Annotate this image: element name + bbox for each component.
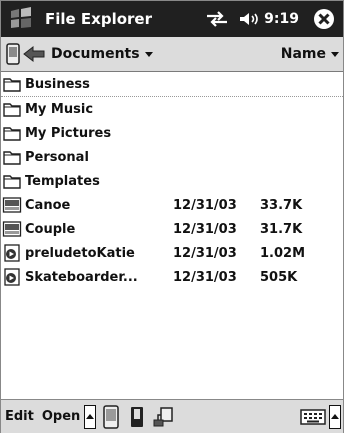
title-bar: File Explorer 9:19 bbox=[1, 1, 343, 37]
jpg-file-icon bbox=[2, 220, 22, 238]
file-row[interactable]: My Music bbox=[1, 97, 343, 121]
file-row[interactable]: Canoe 12/31/03 33.7K bbox=[1, 193, 343, 217]
chevron-down-icon bbox=[331, 51, 339, 57]
file-row[interactable]: Business bbox=[1, 72, 343, 97]
file-name: preludetoKatie bbox=[25, 245, 135, 261]
file-date: 12/31/03 bbox=[173, 197, 237, 213]
caret-up-icon bbox=[86, 414, 95, 419]
media-file-icon bbox=[2, 244, 22, 262]
folder-icon bbox=[2, 172, 22, 190]
connectivity-icon[interactable] bbox=[204, 10, 230, 28]
device-toolbar-icon[interactable] bbox=[100, 404, 122, 429]
file-row[interactable]: My Pictures bbox=[1, 121, 343, 145]
file-size: 31.7K bbox=[260, 221, 303, 237]
file-list: Business My Music My Pictures Personal Templ… bbox=[1, 72, 343, 289]
file-row[interactable]: Templates bbox=[1, 169, 343, 193]
file-row[interactable]: preludetoKatie 12/31/03 1.02M bbox=[1, 241, 343, 265]
file-name: My Pictures bbox=[25, 125, 112, 141]
back-arrow-icon[interactable] bbox=[23, 45, 45, 63]
clock[interactable]: 9:19 bbox=[264, 11, 299, 27]
folder-icon bbox=[2, 100, 22, 118]
file-date: 12/31/03 bbox=[173, 245, 237, 261]
keyboard-icon[interactable] bbox=[300, 408, 326, 426]
open-menu[interactable]: Open bbox=[42, 409, 80, 424]
file-name: Couple bbox=[25, 221, 76, 237]
volume-icon[interactable] bbox=[238, 10, 260, 28]
file-name: Skateboarder... bbox=[25, 269, 138, 285]
file-size: 505K bbox=[260, 269, 298, 285]
app-title: File Explorer bbox=[45, 10, 152, 28]
file-row[interactable]: Couple 12/31/03 31.7K bbox=[1, 217, 343, 241]
input-panel-arrow-button[interactable] bbox=[329, 404, 341, 429]
close-icon[interactable] bbox=[313, 8, 335, 30]
storage-card-icon[interactable] bbox=[126, 405, 148, 429]
file-explorer-window: File Explorer 9:19 Documents Name Busine… bbox=[0, 0, 344, 433]
file-name: Canoe bbox=[25, 197, 71, 213]
sort-dropdown[interactable]: Name bbox=[281, 46, 339, 62]
folder-icon bbox=[2, 75, 22, 93]
chevron-down-icon bbox=[144, 51, 153, 57]
command-bar: Edit Open bbox=[1, 399, 343, 433]
folder-icon bbox=[2, 148, 22, 166]
caret-up-icon bbox=[331, 414, 339, 419]
edit-menu[interactable]: Edit bbox=[5, 409, 34, 424]
file-size: 1.02M bbox=[260, 245, 306, 261]
file-row[interactable]: Personal bbox=[1, 145, 343, 169]
folder-dropdown[interactable]: Documents bbox=[51, 46, 281, 62]
windows-flag-icon[interactable] bbox=[7, 5, 35, 33]
network-share-icon[interactable] bbox=[152, 405, 174, 429]
file-name: Business bbox=[25, 76, 90, 92]
file-name: My Music bbox=[25, 101, 94, 117]
file-date: 12/31/03 bbox=[173, 221, 237, 237]
jpg-file-icon bbox=[2, 196, 22, 214]
file-name: Templates bbox=[25, 173, 100, 189]
up-arrow-button[interactable] bbox=[84, 404, 97, 429]
device-icon bbox=[6, 43, 20, 65]
folder-name: Documents bbox=[51, 46, 140, 62]
navigation-bar: Documents Name bbox=[1, 37, 343, 72]
folder-icon bbox=[2, 124, 22, 142]
sort-label: Name bbox=[280, 46, 326, 62]
file-name: Personal bbox=[25, 149, 89, 165]
file-size: 33.7K bbox=[260, 197, 303, 213]
media-file-icon bbox=[2, 268, 22, 286]
file-date: 12/31/03 bbox=[173, 269, 237, 285]
file-row[interactable]: Skateboarder... 12/31/03 505K bbox=[1, 265, 343, 289]
